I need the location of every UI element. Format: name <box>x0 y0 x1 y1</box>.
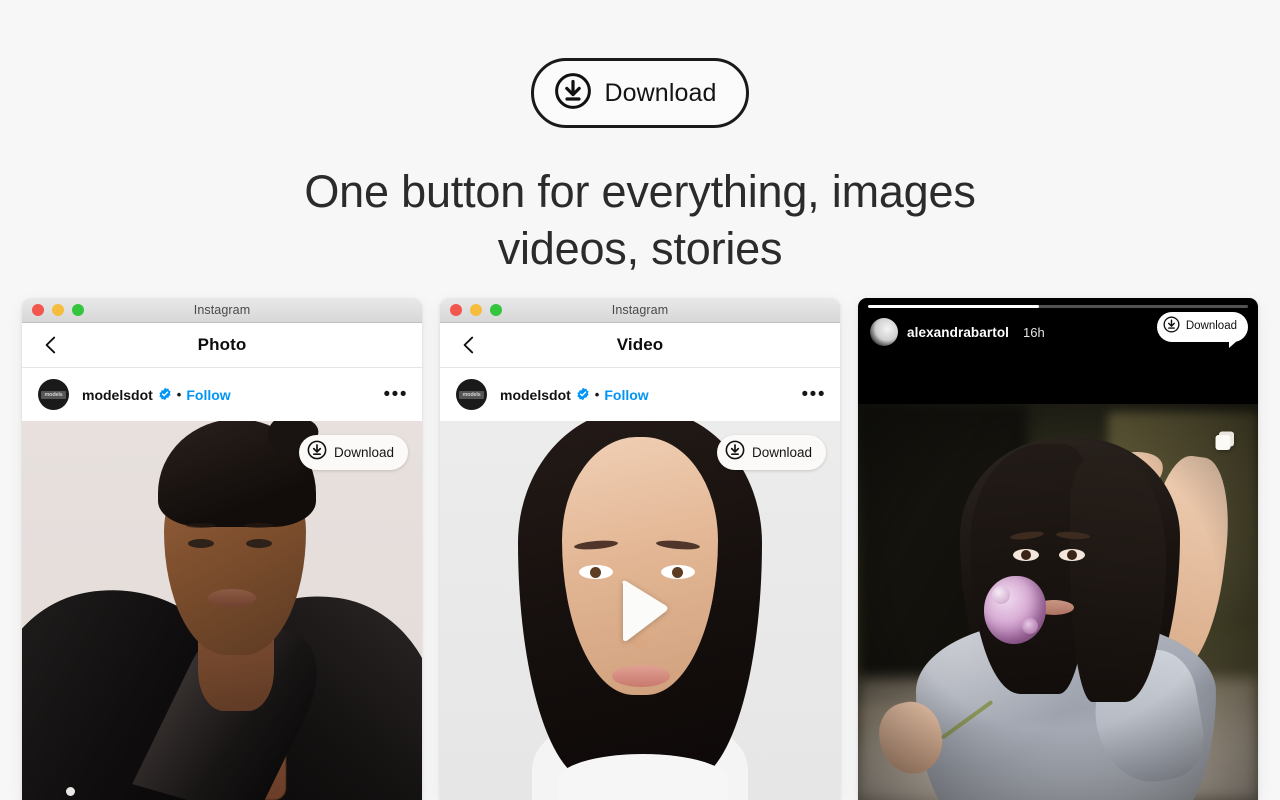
post-meta-photo: modelsdot • Follow <box>82 387 231 403</box>
page-title-line-1: One button for everything, images <box>304 166 976 217</box>
photo-shape-eye-right <box>246 539 272 548</box>
hero-download-label: Download <box>604 78 717 107</box>
download-circle-icon <box>725 440 745 465</box>
story-shape-eye-left <box>1013 549 1039 561</box>
appbar-photo: Photo <box>22 323 422 368</box>
avatar[interactable]: models <box>456 379 487 410</box>
download-circle-icon <box>307 440 327 465</box>
photo-shape-brow-right <box>244 523 274 528</box>
story-username[interactable]: alexandrabartol <box>907 325 1009 340</box>
traffic-lights-video <box>450 304 502 316</box>
traffic-lights-photo <box>32 304 84 316</box>
play-triangle-icon[interactable] <box>601 572 679 650</box>
photo-shape-brow-left <box>186 523 216 528</box>
image-download-label: Download <box>333 444 394 460</box>
story-progress-fill <box>868 305 1039 308</box>
appbar-video: Video <box>440 323 840 368</box>
download-circle-icon <box>554 72 592 114</box>
layers-stack-icon[interactable] <box>1212 428 1238 454</box>
video-download-label: Download <box>751 444 812 460</box>
video-shape-lips <box>612 665 670 687</box>
page-title-line-2: videos, stories <box>497 222 783 274</box>
post-header-video: models modelsdot • Follow ••• <box>440 368 840 421</box>
panel-row: Instagram Photo models modelsdot • Follo… <box>0 298 1280 800</box>
story-avatar[interactable] <box>870 318 898 346</box>
screen-title-photo: Photo <box>197 335 247 354</box>
post-header-photo: models modelsdot • Follow ••• <box>22 368 422 421</box>
post-image-photo: Download <box>22 421 422 800</box>
story-shape-eye-right <box>1059 549 1085 561</box>
story-shape-hair-side <box>1070 456 1166 702</box>
verified-badge-icon <box>158 387 172 403</box>
window-photo: Instagram Photo models modelsdot • Follo… <box>22 298 422 800</box>
post-meta-video: modelsdot • Follow <box>500 387 649 403</box>
video-shape-shirt <box>558 754 728 800</box>
image-download-button[interactable]: Download <box>298 435 408 470</box>
more-options-button[interactable]: ••• <box>384 384 408 404</box>
username-label[interactable]: modelsdot <box>82 388 153 402</box>
hero-section: Download One button for everything, imag… <box>0 0 1280 277</box>
screen-title-video: Video <box>616 335 664 354</box>
video-download-button[interactable]: Download <box>716 435 826 470</box>
maximize-window-button[interactable] <box>72 304 84 316</box>
minimize-window-button[interactable] <box>52 304 64 316</box>
avatar[interactable]: models <box>38 379 69 410</box>
close-window-button[interactable] <box>450 304 462 316</box>
close-window-button[interactable] <box>32 304 44 316</box>
post-video-frame: Download <box>440 421 840 800</box>
avatar-label: models <box>41 390 66 399</box>
photo-shape-button <box>66 787 75 796</box>
meta-separator: • <box>176 387 182 402</box>
story-image <box>858 404 1258 800</box>
follow-button[interactable]: Follow <box>186 388 230 402</box>
photo-shape-eye-left <box>188 539 214 548</box>
download-circle-icon <box>1163 316 1180 338</box>
story-timestamp: 16h <box>1023 324 1045 340</box>
chevron-left-icon[interactable] <box>40 334 62 356</box>
avatar-label: models <box>459 390 484 399</box>
story-download-label: Download <box>1185 320 1237 333</box>
story-progress-bar[interactable] <box>868 305 1248 308</box>
more-options-button[interactable]: ••• <box>802 384 826 404</box>
meta-separator: • <box>594 387 600 402</box>
verified-badge-icon <box>576 387 590 403</box>
window-video: Instagram Video models modelsdot • Follo… <box>440 298 840 800</box>
titlebar-video: Instagram <box>440 298 840 323</box>
story-download-button[interactable]: Download <box>1156 312 1248 348</box>
maximize-window-button[interactable] <box>490 304 502 316</box>
username-label[interactable]: modelsdot <box>500 388 571 402</box>
hero-download-button[interactable]: Download <box>530 58 750 128</box>
titlebar-photo: Instagram <box>22 298 422 323</box>
minimize-window-button[interactable] <box>470 304 482 316</box>
page-title: One button for everything, images videos… <box>260 164 1020 277</box>
window-story: alexandrabartol 16h Download <box>858 298 1258 800</box>
page-root: Download One button for everything, imag… <box>0 0 1280 800</box>
follow-button[interactable]: Follow <box>604 388 648 402</box>
story-header: alexandrabartol 16h <box>870 318 1045 346</box>
chevron-left-icon[interactable] <box>458 334 480 356</box>
story-viewer: alexandrabartol 16h Download <box>858 298 1258 800</box>
photo-shape-lips <box>208 589 256 607</box>
